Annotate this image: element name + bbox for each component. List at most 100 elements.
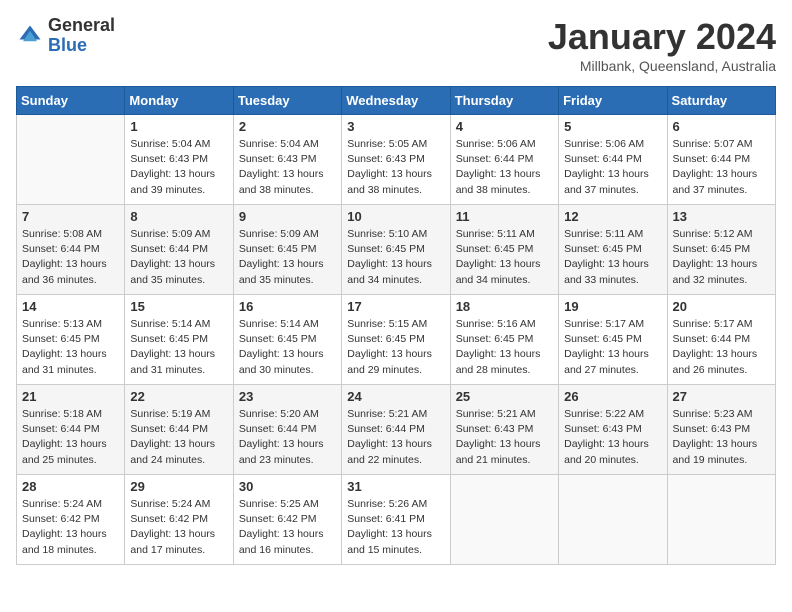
- day-number: 7: [22, 209, 119, 224]
- month-title: January 2024: [548, 16, 776, 58]
- day-info: Sunrise: 5:06 AM Sunset: 6:44 PM Dayligh…: [564, 137, 661, 198]
- calendar-cell: 25 Sunrise: 5:21 AM Sunset: 6:43 PM Dayli…: [450, 385, 558, 475]
- calendar-cell: 17Sunrise: 5:15 AM Sunset: 6:45 PM Dayli…: [342, 295, 450, 385]
- calendar-cell: 23 Sunrise: 5:20 AM Sunset: 6:44 PM Dayli…: [233, 385, 341, 475]
- calendar-week-row: 21 Sunrise: 5:18 AM Sunset: 6:44 PM Dayli…: [17, 385, 776, 475]
- calendar-cell: [559, 475, 667, 565]
- day-info: Sunrise: 5:14 AM Sunset: 6:45 PM Dayligh…: [239, 317, 336, 378]
- day-info: Sunrise: 5:16 AM Sunset: 6:45 PM Dayligh…: [456, 317, 553, 378]
- calendar-week-row: 1 Sunrise: 5:04 AM Sunset: 6:43 PM Daylig…: [17, 115, 776, 205]
- calendar-cell: 14 Sunrise: 5:13 AM Sunset: 6:45 PM Dayli…: [17, 295, 125, 385]
- calendar-cell: 28Sunrise: 5:24 AM Sunset: 6:42 PM Dayli…: [17, 475, 125, 565]
- calendar-cell: 18 Sunrise: 5:16 AM Sunset: 6:45 PM Dayli…: [450, 295, 558, 385]
- day-number: 17: [347, 299, 444, 314]
- calendar-cell: 12Sunrise: 5:11 AM Sunset: 6:45 PM Dayli…: [559, 205, 667, 295]
- day-number: 1: [130, 119, 227, 134]
- day-info: Sunrise: 5:25 AM Sunset: 6:42 PM Dayligh…: [239, 497, 336, 558]
- day-number: 25: [456, 389, 553, 404]
- day-number: 13: [673, 209, 770, 224]
- calendar-week-row: 28 Sunrise: 5:24 AM Sunset: 6:42 PM Dayli…: [17, 475, 776, 565]
- day-info: Sunrise: 5:04 AM Sunset: 6:43 PM Dayligh…: [239, 137, 336, 198]
- logo-text: General Blue: [48, 16, 115, 56]
- calendar-cell: 26Sunrise: 5:22 AM Sunset: 6:43 PM Dayli…: [559, 385, 667, 475]
- day-info: Sunrise: 5:17 AM Sunset: 6:45 PM Dayligh…: [564, 317, 661, 378]
- day-info: Sunrise: 5:24 AM Sunset: 6:42 PM Dayligh…: [130, 497, 227, 558]
- day-info: Sunrise: 5:21 AM Sunset: 6:44 PM Dayligh…: [347, 407, 444, 468]
- day-number: 20: [673, 299, 770, 314]
- day-number: 30: [239, 479, 336, 494]
- calendar-cell: 24 Sunrise: 5:21 AM Sunset: 6:44 PM Dayli…: [342, 385, 450, 475]
- day-of-week-header: Monday: [125, 87, 233, 115]
- calendar-cell: 11 Sunrise: 5:11 AM Sunset: 6:45 PM Dayli…: [450, 205, 558, 295]
- day-info: Sunrise: 5:14 AM Sunset: 6:45 PM Dayligh…: [130, 317, 227, 378]
- day-info: Sunrise: 5:07 AM Sunset: 6:44 PM Dayligh…: [673, 137, 770, 198]
- day-info: Sunrise: 5:11 AM Sunset: 6:45 PM Dayligh…: [564, 227, 661, 288]
- calendar-cell: [17, 115, 125, 205]
- logo-icon: [16, 22, 44, 50]
- day-of-week-header: Wednesday: [342, 87, 450, 115]
- calendar-cell: 31Sunrise: 5:26 AM Sunset: 6:41 PM Dayli…: [342, 475, 450, 565]
- day-number: 16: [239, 299, 336, 314]
- day-number: 18: [456, 299, 553, 314]
- day-info: Sunrise: 5:04 AM Sunset: 6:43 PM Dayligh…: [130, 137, 227, 198]
- location: Millbank, Queensland, Australia: [548, 58, 776, 74]
- day-number: 9: [239, 209, 336, 224]
- logo: General Blue: [16, 16, 115, 56]
- day-info: Sunrise: 5:19 AM Sunset: 6:44 PM Dayligh…: [130, 407, 227, 468]
- logo-general: General: [48, 16, 115, 36]
- day-info: Sunrise: 5:12 AM Sunset: 6:45 PM Dayligh…: [673, 227, 770, 288]
- calendar-cell: 7 Sunrise: 5:08 AM Sunset: 6:44 PM Daylig…: [17, 205, 125, 295]
- day-of-week-header: Tuesday: [233, 87, 341, 115]
- calendar-cell: 5 Sunrise: 5:06 AM Sunset: 6:44 PM Daylig…: [559, 115, 667, 205]
- day-info: Sunrise: 5:11 AM Sunset: 6:45 PM Dayligh…: [456, 227, 553, 288]
- day-number: 21: [22, 389, 119, 404]
- day-number: 11: [456, 209, 553, 224]
- day-number: 28: [22, 479, 119, 494]
- day-info: Sunrise: 5:21 AM Sunset: 6:43 PM Dayligh…: [456, 407, 553, 468]
- calendar-cell: 15 Sunrise: 5:14 AM Sunset: 6:45 PM Dayli…: [125, 295, 233, 385]
- logo-blue: Blue: [48, 36, 115, 56]
- calendar-cell: 4 Sunrise: 5:06 AM Sunset: 6:44 PM Daylig…: [450, 115, 558, 205]
- calendar-cell: 2 Sunrise: 5:04 AM Sunset: 6:43 PM Daylig…: [233, 115, 341, 205]
- day-of-week-header: Friday: [559, 87, 667, 115]
- day-info: Sunrise: 5:08 AM Sunset: 6:44 PM Dayligh…: [22, 227, 119, 288]
- page-header: General Blue January 2024 Millbank, Quee…: [16, 16, 776, 74]
- day-of-week-header: Saturday: [667, 87, 775, 115]
- day-number: 29: [130, 479, 227, 494]
- calendar-cell: 10 Sunrise: 5:10 AM Sunset: 6:45 PM Dayli…: [342, 205, 450, 295]
- calendar-cell: 1 Sunrise: 5:04 AM Sunset: 6:43 PM Daylig…: [125, 115, 233, 205]
- day-number: 6: [673, 119, 770, 134]
- calendar-week-row: 14 Sunrise: 5:13 AM Sunset: 6:45 PM Dayli…: [17, 295, 776, 385]
- day-info: Sunrise: 5:17 AM Sunset: 6:44 PM Dayligh…: [673, 317, 770, 378]
- day-info: Sunrise: 5:18 AM Sunset: 6:44 PM Dayligh…: [22, 407, 119, 468]
- day-number: 5: [564, 119, 661, 134]
- calendar-cell: 30 Sunrise: 5:25 AM Sunset: 6:42 PM Dayli…: [233, 475, 341, 565]
- day-info: Sunrise: 5:10 AM Sunset: 6:45 PM Dayligh…: [347, 227, 444, 288]
- day-of-week-header: Thursday: [450, 87, 558, 115]
- day-number: 24: [347, 389, 444, 404]
- calendar-cell: 29 Sunrise: 5:24 AM Sunset: 6:42 PM Dayli…: [125, 475, 233, 565]
- day-number: 23: [239, 389, 336, 404]
- calendar-header-row: SundayMondayTuesdayWednesdayThursdayFrid…: [17, 87, 776, 115]
- day-number: 10: [347, 209, 444, 224]
- day-number: 8: [130, 209, 227, 224]
- day-info: Sunrise: 5:23 AM Sunset: 6:43 PM Dayligh…: [673, 407, 770, 468]
- calendar-cell: [450, 475, 558, 565]
- day-number: 2: [239, 119, 336, 134]
- day-number: 15: [130, 299, 227, 314]
- calendar-table: SundayMondayTuesdayWednesdayThursdayFrid…: [16, 86, 776, 565]
- day-info: Sunrise: 5:09 AM Sunset: 6:45 PM Dayligh…: [239, 227, 336, 288]
- calendar-cell: 27Sunrise: 5:23 AM Sunset: 6:43 PM Dayli…: [667, 385, 775, 475]
- day-number: 19: [564, 299, 661, 314]
- day-info: Sunrise: 5:20 AM Sunset: 6:44 PM Dayligh…: [239, 407, 336, 468]
- calendar-cell: 19 Sunrise: 5:17 AM Sunset: 6:45 PM Dayli…: [559, 295, 667, 385]
- day-info: Sunrise: 5:13 AM Sunset: 6:45 PM Dayligh…: [22, 317, 119, 378]
- day-number: 26: [564, 389, 661, 404]
- day-info: Sunrise: 5:05 AM Sunset: 6:43 PM Dayligh…: [347, 137, 444, 198]
- day-of-week-header: Sunday: [17, 87, 125, 115]
- day-number: 14: [22, 299, 119, 314]
- calendar-cell: [667, 475, 775, 565]
- day-number: 4: [456, 119, 553, 134]
- day-info: Sunrise: 5:06 AM Sunset: 6:44 PM Dayligh…: [456, 137, 553, 198]
- calendar-cell: 6 Sunrise: 5:07 AM Sunset: 6:44 PM Daylig…: [667, 115, 775, 205]
